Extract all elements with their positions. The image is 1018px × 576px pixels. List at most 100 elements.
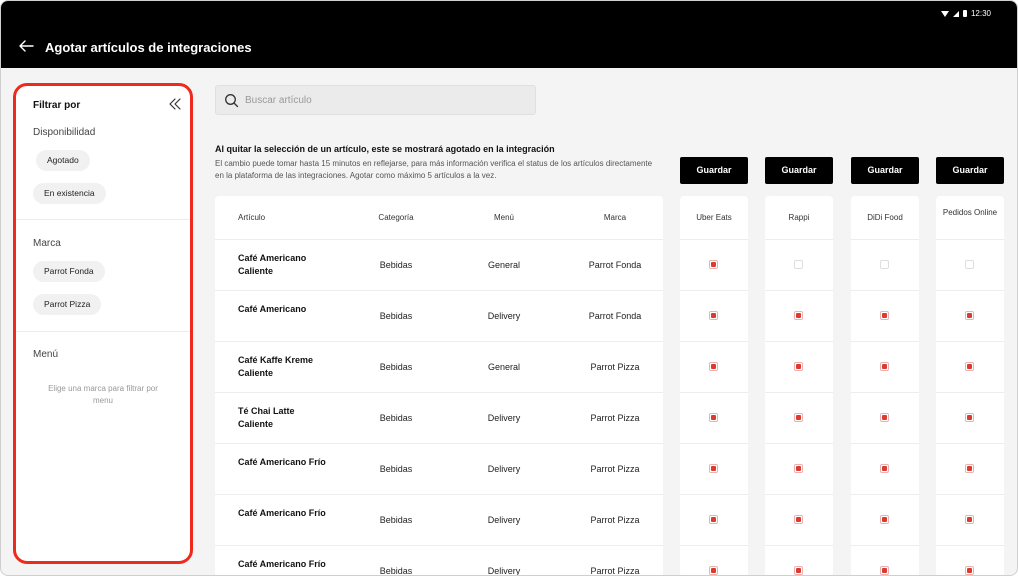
back-arrow-icon[interactable] bbox=[17, 37, 35, 55]
info-title: Al quitar la selección de un artículo, e… bbox=[215, 144, 555, 154]
availability-checkbox[interactable] bbox=[709, 361, 718, 371]
save-button-uber-eats[interactable]: Guardar bbox=[680, 157, 748, 184]
row-divider bbox=[680, 494, 748, 495]
wifi-icon bbox=[940, 10, 949, 17]
availability-checkbox[interactable] bbox=[709, 259, 718, 269]
availability-checkbox[interactable] bbox=[709, 565, 718, 575]
row-divider bbox=[936, 341, 1004, 342]
brand-cell: Parrot Pizza bbox=[590, 463, 640, 474]
availability-checkbox[interactable] bbox=[965, 412, 974, 422]
availability-checkbox[interactable] bbox=[880, 310, 889, 320]
menu-cell: Delivery bbox=[487, 310, 521, 321]
filter-title: Filtrar por bbox=[33, 100, 81, 111]
status-time: 12:30 bbox=[970, 9, 991, 18]
article-name: Café Americano Frío bbox=[238, 507, 326, 518]
availability-checkbox[interactable] bbox=[880, 565, 889, 575]
availability-checkbox[interactable] bbox=[880, 463, 889, 473]
chip-en-existencia[interactable]: En existencia bbox=[33, 183, 106, 204]
availability-checkbox[interactable] bbox=[880, 259, 889, 269]
collapse-sidebar-icon[interactable] bbox=[168, 98, 182, 110]
availability-checkbox[interactable] bbox=[880, 412, 889, 422]
availability-checkbox[interactable] bbox=[794, 412, 803, 422]
search-input[interactable] bbox=[245, 86, 525, 114]
row-divider bbox=[765, 392, 833, 393]
brand-cell: Parrot Pizza bbox=[590, 412, 640, 423]
row-divider bbox=[680, 239, 748, 240]
chip-agotado[interactable]: Agotado bbox=[36, 150, 90, 171]
row-divider bbox=[680, 392, 748, 393]
row-divider bbox=[851, 494, 919, 495]
row-divider bbox=[765, 239, 833, 240]
availability-checkbox[interactable] bbox=[794, 463, 803, 473]
app-frame: 12:30 Agotar artículos de integraciones … bbox=[0, 0, 1018, 576]
category-cell: Bebidas bbox=[379, 463, 413, 474]
chip-parrot-fonda[interactable]: Parrot Fonda bbox=[33, 261, 105, 282]
article-name: Café Americano Frío bbox=[238, 456, 326, 467]
header-articulo: Artículo bbox=[238, 213, 266, 222]
availability-checkbox[interactable] bbox=[965, 565, 974, 575]
availability-checkbox[interactable] bbox=[794, 310, 803, 320]
article-name: Café Americano bbox=[238, 303, 307, 314]
row-divider bbox=[936, 392, 1004, 393]
availability-checkbox[interactable] bbox=[965, 310, 974, 320]
category-cell: Bebidas bbox=[379, 310, 413, 321]
row-divider bbox=[851, 545, 919, 546]
menu-hint: Elige una marca para filtrar por menu bbox=[48, 384, 158, 405]
article-name: Té Chai Latte Caliente bbox=[238, 405, 295, 429]
save-button-didi-food[interactable]: Guardar bbox=[851, 157, 919, 184]
menu-cell: General bbox=[487, 361, 521, 372]
availability-checkbox[interactable] bbox=[709, 463, 718, 473]
availability-checkbox[interactable] bbox=[794, 361, 803, 371]
category-cell: Bebidas bbox=[379, 565, 413, 576]
header-rappi: Rappi bbox=[788, 213, 810, 222]
row-divider bbox=[936, 290, 1004, 291]
menu-cell: Delivery bbox=[487, 463, 521, 474]
availability-label: Disponibilidad bbox=[33, 127, 96, 138]
header-categoria: Categoría bbox=[378, 213, 414, 222]
app-bar: 12:30 Agotar artículos de integraciones bbox=[1, 1, 1017, 68]
save-button-rappi[interactable]: Guardar bbox=[765, 157, 833, 184]
row-divider bbox=[851, 392, 919, 393]
row-divider bbox=[215, 443, 663, 444]
availability-checkbox[interactable] bbox=[965, 514, 974, 524]
availability-checkbox[interactable] bbox=[880, 514, 889, 524]
header-marca: Marca bbox=[603, 213, 627, 222]
row-divider bbox=[215, 341, 663, 342]
availability-checkbox[interactable] bbox=[965, 361, 974, 371]
availability-checkbox[interactable] bbox=[794, 514, 803, 524]
menu-label: Menú bbox=[33, 349, 59, 360]
article-name: Café Americano Caliente bbox=[238, 252, 307, 276]
header-didi-food: DiDi Food bbox=[867, 213, 903, 222]
row-divider bbox=[215, 290, 663, 291]
signal-icon bbox=[952, 10, 959, 17]
availability-checkbox[interactable] bbox=[709, 412, 718, 422]
menu-cell: Delivery bbox=[487, 514, 521, 525]
availability-checkbox[interactable] bbox=[794, 565, 803, 575]
availability-checkbox[interactable] bbox=[709, 310, 718, 320]
availability-checkbox[interactable] bbox=[965, 463, 974, 473]
category-cell: Bebidas bbox=[379, 412, 413, 423]
category-cell: Bebidas bbox=[379, 514, 413, 525]
row-divider bbox=[936, 545, 1004, 546]
row-divider bbox=[851, 290, 919, 291]
brand-cell: Parrot Pizza bbox=[590, 361, 640, 372]
search-icon bbox=[225, 94, 239, 108]
category-cell: Bebidas bbox=[379, 361, 413, 372]
chip-parrot-pizza[interactable]: Parrot Pizza bbox=[33, 294, 102, 315]
availability-checkbox[interactable] bbox=[794, 259, 803, 269]
info-subtitle: El cambio puede tomar hasta 15 minutos e… bbox=[215, 159, 653, 180]
row-divider bbox=[215, 239, 663, 240]
header-uber-eats: Uber Eats bbox=[696, 213, 732, 222]
battery-icon bbox=[962, 10, 967, 17]
row-divider bbox=[851, 341, 919, 342]
row-divider bbox=[680, 290, 748, 291]
availability-checkbox[interactable] bbox=[880, 361, 889, 371]
row-divider bbox=[936, 494, 1004, 495]
brand-cell: Parrot Pizza bbox=[590, 514, 640, 525]
article-name: Café Kaffe Kreme Caliente bbox=[238, 354, 314, 378]
availability-checkbox[interactable] bbox=[709, 514, 718, 524]
availability-checkbox[interactable] bbox=[965, 259, 974, 269]
save-button-pedidos-online[interactable]: Guardar bbox=[936, 157, 1004, 184]
category-cell: Bebidas bbox=[379, 259, 413, 270]
row-divider bbox=[680, 341, 748, 342]
